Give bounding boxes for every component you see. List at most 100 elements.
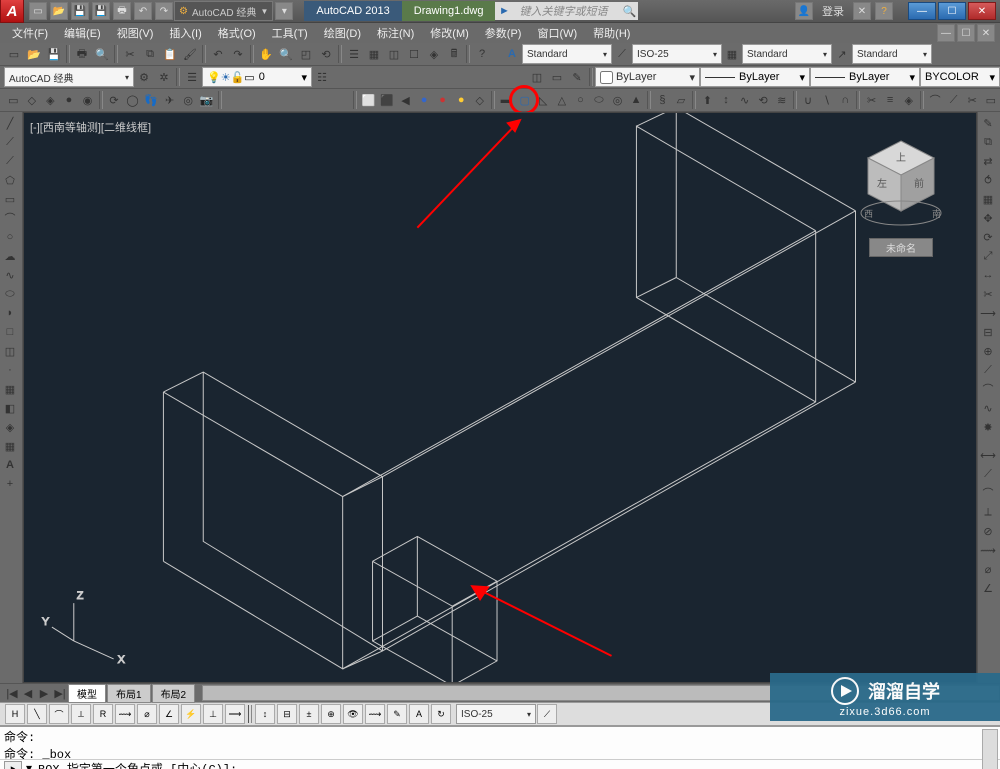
revcloud-icon[interactable]: ☁ [1,247,19,265]
d-jogl-icon[interactable]: ⟿ [365,704,385,724]
layer-manager-icon[interactable]: ☰ [183,68,201,86]
search-icon[interactable]: 🔍 [620,2,638,20]
insertblk-icon[interactable]: □ [1,323,19,341]
helix-icon[interactable]: § [654,91,671,109]
d-break-icon[interactable]: ⊟ [277,704,297,724]
copy-icon[interactable]: ⧉ [141,45,159,63]
markup-icon[interactable]: ◈ [425,45,443,63]
gradient-icon[interactable]: ◧ [1,399,19,417]
fly-icon[interactable]: ✈ [161,91,178,109]
dim-align-icon[interactable]: ⟋ [979,465,997,483]
join-icon[interactable]: ⊕ [979,342,997,360]
walk-icon[interactable]: 👣 [143,91,160,109]
dim-ord-icon[interactable]: ⟂ [979,503,997,521]
menu-dimension[interactable]: 标注(N) [369,23,422,43]
close-button[interactable]: ✕ [968,2,996,20]
viewcube-unnamed[interactable]: 未命名 [869,238,933,257]
erase-icon[interactable]: ✎ [979,114,997,132]
cylinder-icon[interactable]: ⬭ [591,91,608,109]
ws-settings-icon[interactable]: ⚙ [135,68,153,86]
dim-rad-icon[interactable]: ⊘ [979,522,997,540]
mirror-icon[interactable]: ⇄ [979,152,997,170]
ellipse-icon[interactable]: ⬭ [1,285,19,303]
d-cen-icon[interactable]: ⊕ [321,704,341,724]
plot-icon[interactable]: 🖶 [113,2,131,20]
revolve-icon[interactable]: ⟲ [755,91,772,109]
ws-gear-icon[interactable]: ✲ [155,68,173,86]
d-ord-icon[interactable]: ⟂ [71,704,91,724]
open-icon[interactable]: 📂 [50,2,68,20]
cam-icon[interactable]: 📷 [198,91,215,109]
redo-icon[interactable]: ↷ [229,45,247,63]
fillet-icon[interactable]: ⌒ [979,380,997,398]
textstyle-icon[interactable]: A [503,45,521,63]
chamfer-edge-icon[interactable]: ⟋ [945,91,962,109]
bylayer-checkbox[interactable] [600,71,613,84]
orbit-icon[interactable]: ⟳ [106,91,123,109]
region-icon[interactable]: ◈ [1,418,19,436]
dim-arc-icon[interactable]: ⌒ [979,484,997,502]
minimize-button[interactable]: — [908,2,936,20]
help-icon[interactable]: ? [875,2,893,20]
command-input-row[interactable]: ▸ ▾ BOX 指定第一个角点或 [中心(C)]: [0,759,1000,769]
mleader-icon[interactable]: ↗ [833,45,851,63]
d-style-icon[interactable]: ⟋ [537,704,557,724]
dim-ang-icon[interactable]: ∠ [979,579,997,597]
preview-icon[interactable]: 🔍 [93,45,111,63]
properties-icon[interactable]: ☰ [345,45,363,63]
save-icon[interactable]: 💾 [45,45,63,63]
vs-hidden-icon[interactable]: ◈ [42,91,59,109]
offset-icon[interactable]: ⥀ [979,171,997,189]
doc-close-icon[interactable]: ✕ [977,24,995,42]
search-box[interactable]: 键入关键字或短语 [513,2,620,20]
zoom-icon[interactable]: 🔍 [277,45,295,63]
tab-layout2[interactable]: 布局2 [152,684,196,703]
insert-icon[interactable]: ▭ [548,68,566,86]
dimstyle-drop2[interactable]: ISO-25▾ [456,704,536,724]
xline-icon[interactable]: ⟋ [1,133,19,151]
viewcube[interactable]: 上 左 前 西 南 未命名 [856,133,946,233]
blend-icon[interactable]: ∿ [979,399,997,417]
sweep-icon[interactable]: ∿ [736,91,753,109]
planar-icon[interactable]: ▱ [673,91,690,109]
box-icon[interactable]: ▢ [516,91,533,109]
spline-icon[interactable]: ∿ [1,266,19,284]
d-edit-icon[interactable]: ✎ [387,704,407,724]
pline-icon[interactable]: ⟋ [1,152,19,170]
tpalette-icon[interactable]: ◫ [385,45,403,63]
undo-icon[interactable]: ↶ [134,2,152,20]
polysolid-icon[interactable]: ▬ [498,91,515,109]
view-top-icon[interactable]: ⬜ [360,91,377,109]
d-ang-icon[interactable]: ∠ [159,704,179,724]
copy2-icon[interactable]: ⧉ [979,133,997,151]
arc-icon[interactable]: ⌒ [1,209,19,227]
loft-icon[interactable]: ≋ [773,91,790,109]
d-dia-icon[interactable]: ⌀ [137,704,157,724]
dim-style-drop[interactable]: ISO-25▾ [632,44,722,64]
linetype-drop[interactable]: ByLayer▾ [700,67,810,87]
cmd-scroll[interactable] [982,729,998,769]
pyramid-icon[interactable]: ▲ [628,91,645,109]
pan-icon[interactable]: ✋ [257,45,275,63]
doc-max-icon[interactable]: ☐ [957,24,975,42]
d-tol-icon[interactable]: ± [299,704,319,724]
d-qck-icon[interactable]: ⚡ [181,704,201,724]
dim-lin-icon[interactable]: ⟷ [979,446,997,464]
login-label[interactable]: 登录 [822,3,844,19]
doc-min-icon[interactable]: — [937,24,955,42]
view-btm-icon[interactable]: ⬛ [379,91,396,109]
d-cont-icon[interactable]: ⟶ [225,704,245,724]
dimstyle-icon[interactable]: ⟋ [613,45,631,63]
title-arrow-icon[interactable]: ► [495,2,513,20]
edit-icon[interactable]: ✎ [568,68,586,86]
layer-drop[interactable]: 💡☀🔓▭ 0▾ [202,67,312,87]
d-tedit-icon[interactable]: A [409,704,429,724]
zoomprev-icon[interactable]: ⟲ [317,45,335,63]
tab-layout1[interactable]: 布局1 [107,684,151,703]
paste-icon[interactable]: 📋 [161,45,179,63]
lineweight-drop[interactable]: ByLayer▾ [810,67,920,87]
rect-icon[interactable]: ▭ [1,190,19,208]
view-right-icon[interactable]: ● [416,91,433,109]
chamfer-icon[interactable]: ⟋ [979,361,997,379]
tab-model[interactable]: 模型 [68,684,106,703]
